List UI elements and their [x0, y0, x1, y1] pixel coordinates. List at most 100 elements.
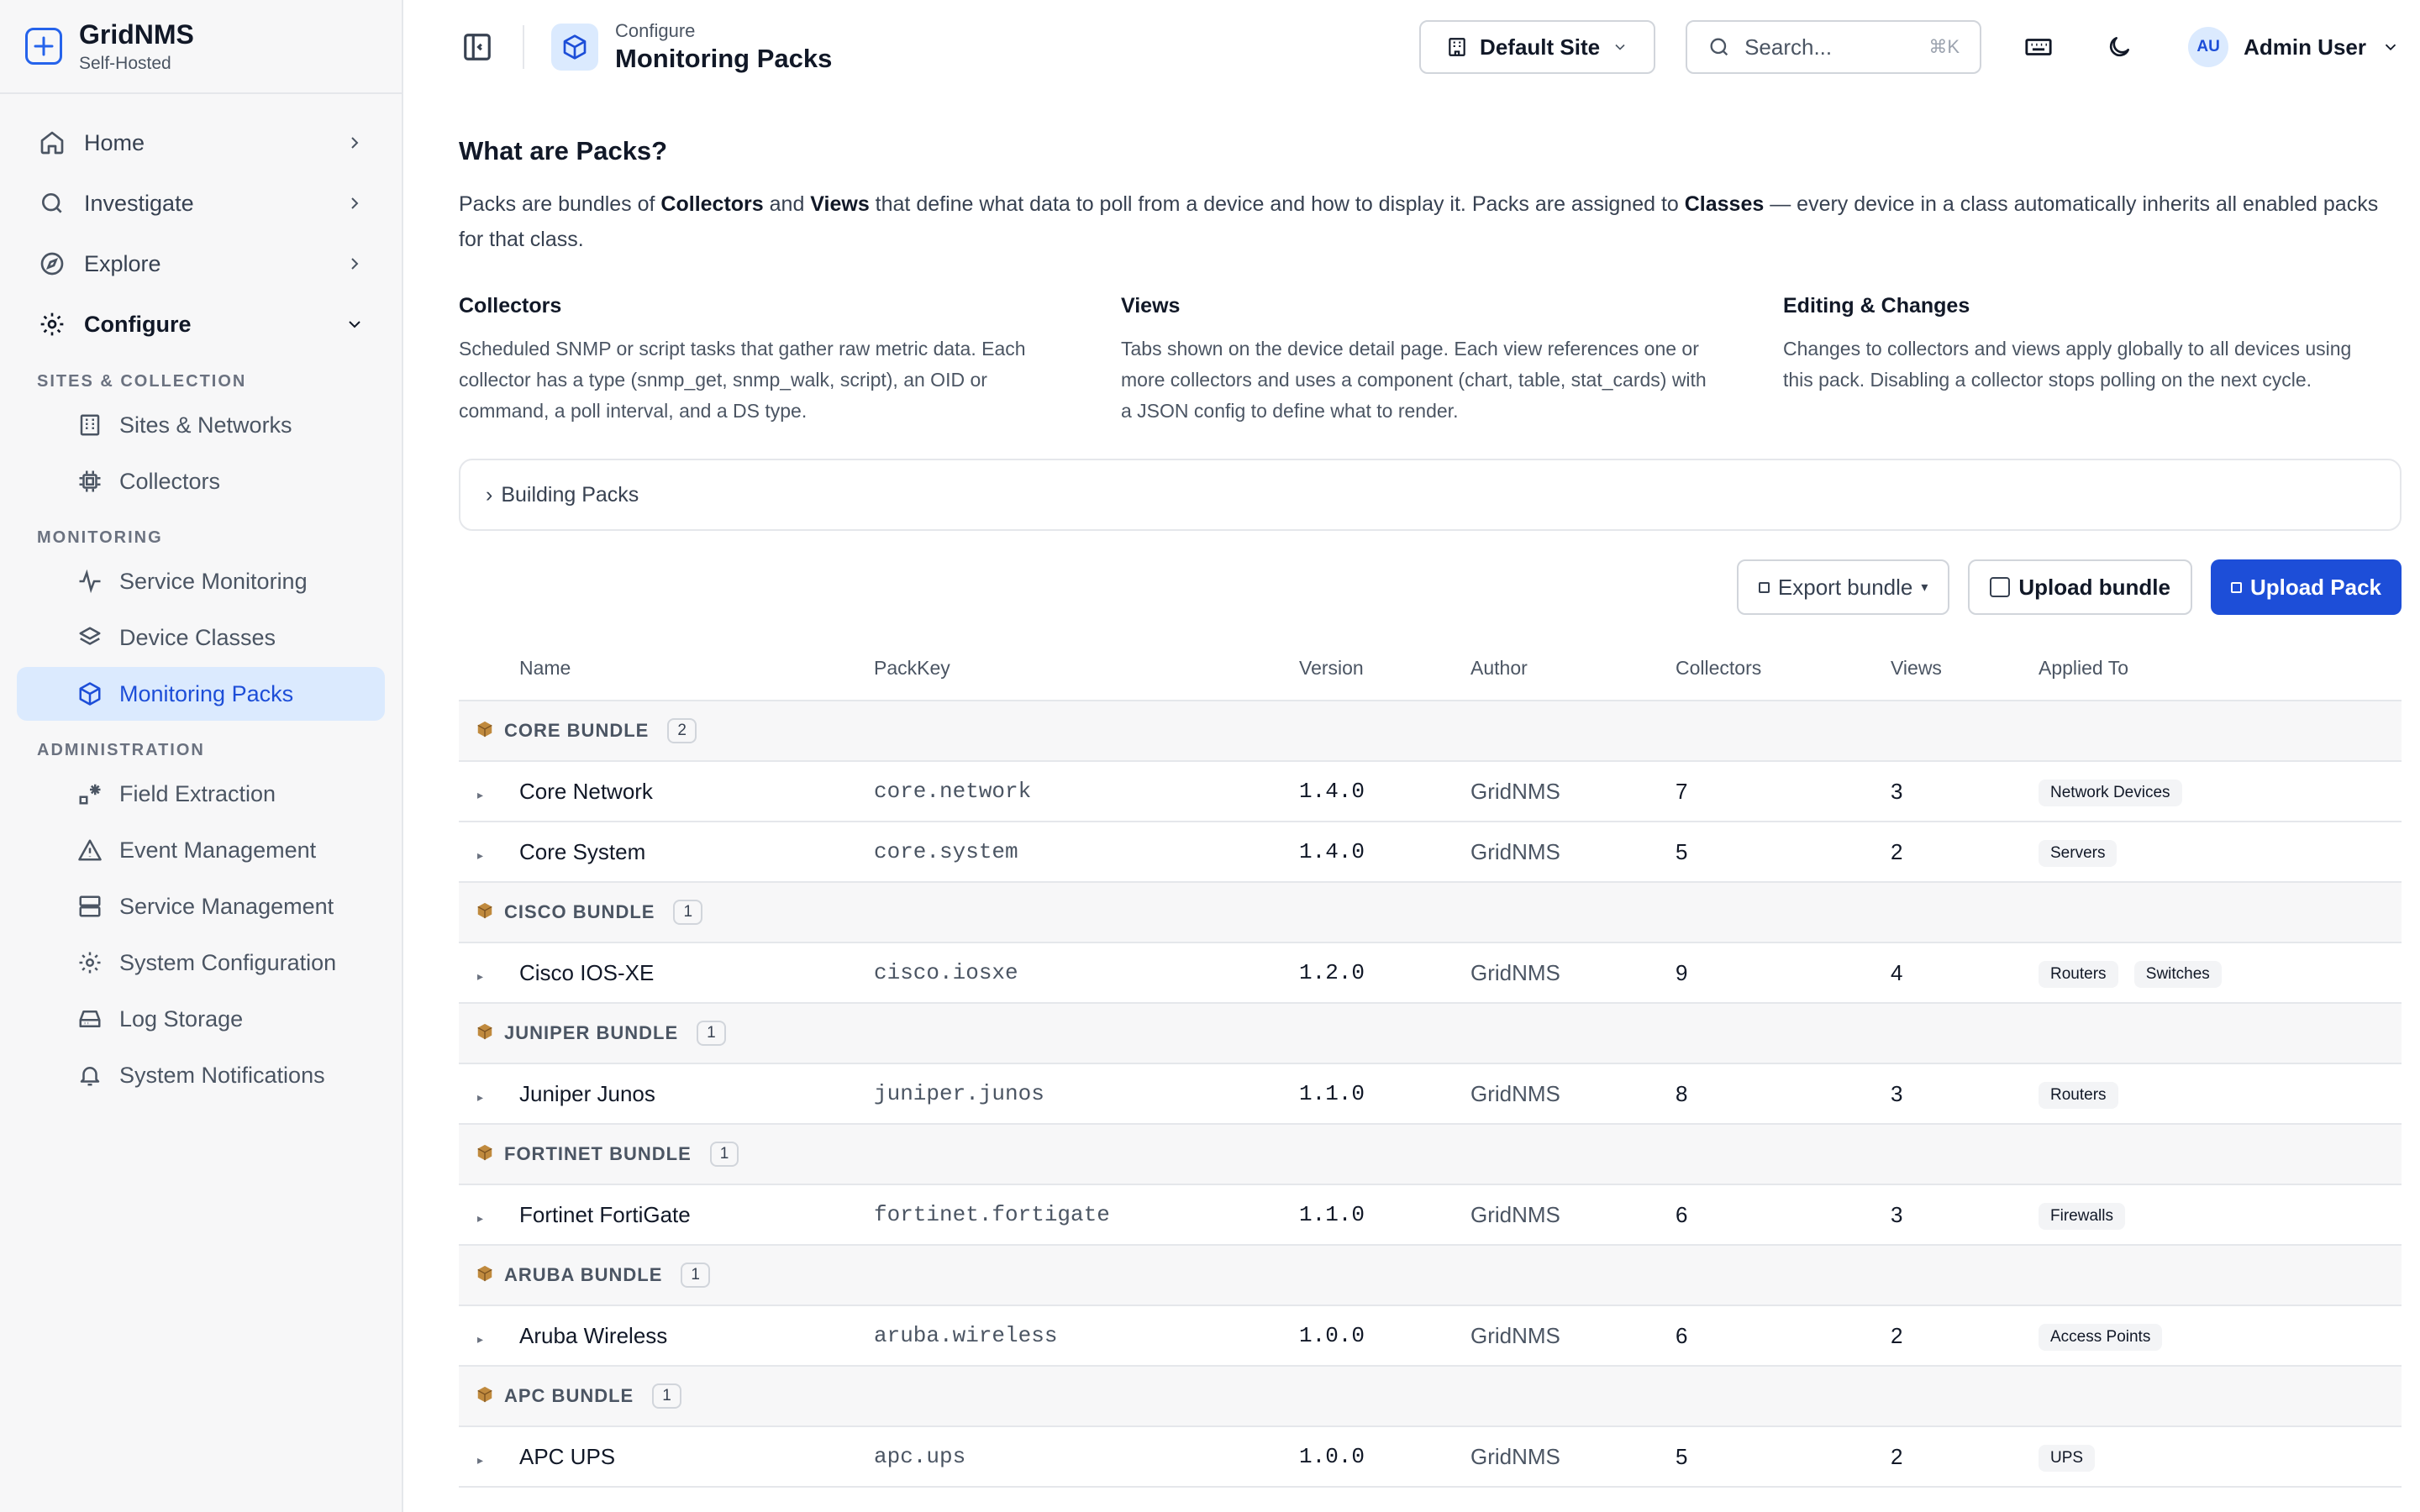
breadcrumb[interactable]: Configure [615, 20, 832, 42]
table-row[interactable]: ▸ Fortinet FortiGate fortinet.fortigate … [459, 1184, 2402, 1246]
sidebar-item-device-classes[interactable]: Device Classes [17, 611, 385, 664]
warning-icon [76, 836, 104, 864]
expand-caret-icon[interactable]: ▸ [459, 788, 483, 801]
table-row[interactable]: ▸ Cisco IOS-XE cisco.iosxe 1.2.0 GridNMS… [459, 942, 2402, 1004]
info-column-views: Views Tabs shown on the device detail pa… [1121, 294, 1719, 427]
bundle-group-row[interactable]: APC BUNDLE 1 [459, 1366, 2402, 1427]
brand[interactable]: GridNMS Self-Hosted [0, 0, 402, 94]
sidebar-item-event-management[interactable]: Event Management [17, 823, 385, 877]
expand-caret-icon[interactable]: ▸ [459, 1453, 483, 1467]
bundle-group-row[interactable]: CISCO BUNDLE 1 [459, 882, 2402, 943]
column-header[interactable]: Applied To [2039, 637, 2402, 701]
column-header[interactable]: Version [1299, 637, 1470, 701]
sidebar-item-label: Log Storage [119, 1005, 244, 1032]
page-content: What are Packs? Packs are bundles of Col… [403, 94, 2420, 1488]
pack-author: GridNMS [1470, 822, 1676, 883]
info-columns: Collectors Scheduled SNMP or script task… [459, 294, 2402, 427]
pack-name: Fortinet FortiGate [519, 1184, 874, 1246]
table-row[interactable]: ▸ Juniper Junos juniper.junos 1.1.0 Grid… [459, 1063, 2402, 1125]
upload-pack-label: Upload Pack [2249, 574, 2381, 600]
user-menu[interactable]: AU Admin User [2188, 27, 2400, 67]
expand-caret-icon[interactable]: ▸ [459, 1332, 483, 1346]
table-row[interactable]: ▸ Aruba Wireless aruba.wireless 1.0.0 Gr… [459, 1305, 2402, 1367]
expand-caret-icon[interactable]: ▸ [459, 1090, 483, 1104]
column-header[interactable]: PackKey [874, 637, 1299, 701]
column-header[interactable]: Name [519, 637, 874, 701]
export-bundle-label: Export bundle [1777, 574, 1913, 600]
chevron-down-icon [2385, 44, 2396, 51]
sidebar-item-investigate[interactable]: Investigate [17, 173, 385, 234]
bundle-group-row[interactable]: CORE BUNDLE 2 [459, 701, 2402, 762]
pack-key: aruba.wireless [874, 1305, 1299, 1367]
intro-title: What are Packs? [459, 136, 668, 165]
info-column-collectors: Collectors Scheduled SNMP or script task… [459, 294, 1057, 427]
pack-collectors: 5 [1676, 1426, 1891, 1488]
sidebar-item-sites-networks[interactable]: Sites & Networks [17, 398, 385, 452]
sidebar-item-system-notifications[interactable]: System Notifications [17, 1048, 385, 1102]
building-icon [1449, 38, 1465, 56]
sidebar-item-configure[interactable]: Configure [17, 294, 385, 354]
intro-bold: Views [810, 192, 870, 216]
keyboard-icon [2025, 39, 2052, 55]
sidebar-item-field-extraction[interactable]: Field Extraction [17, 767, 385, 821]
pack-key: apc.ups [874, 1426, 1299, 1488]
upload-pack-button[interactable]: Upload Pack [2210, 559, 2402, 615]
column-header[interactable]: Author [1470, 637, 1676, 701]
sidebar-item-label: Configure [84, 311, 192, 337]
sidebar-item-explore[interactable]: Explore [17, 234, 385, 294]
theme-toggle-button[interactable] [2096, 24, 2143, 71]
chevron-right-icon: › [486, 482, 493, 507]
upload-icon [2230, 581, 2242, 593]
applied-class-tag: Access Points [2039, 1323, 2163, 1351]
pack-name: APC UPS [519, 1426, 874, 1488]
sidebar-item-collectors[interactable]: Collectors [17, 454, 385, 508]
keyboard-shortcuts-button[interactable] [2015, 24, 2062, 71]
applied-class-tag: Firewalls [2039, 1202, 2125, 1230]
sidebar-item-monitoring-packs[interactable]: Monitoring Packs [17, 667, 385, 721]
hard-drive-icon [76, 1005, 104, 1033]
pack-key: cisco.iosxe [874, 942, 1299, 1004]
sidebar-item-log-storage[interactable]: Log Storage [17, 992, 385, 1046]
pack-views: 3 [1891, 761, 2039, 822]
table-row[interactable]: ▸ Core System core.system 1.4.0 GridNMS … [459, 822, 2402, 883]
info-column-editing: Editing & Changes Changes to collectors … [1783, 294, 2381, 427]
pack-key: fortinet.fortigate [874, 1184, 1299, 1246]
sidebar-item-service-management[interactable]: Service Management [17, 879, 385, 933]
table-row[interactable]: ▸ APC UPS apc.ups 1.0.0 GridNMS 5 2 UPS [459, 1426, 2402, 1488]
sidebar-item-label: Home [84, 129, 145, 155]
layers-icon [76, 623, 104, 652]
sidebar-item-system-configuration[interactable]: System Configuration [17, 936, 385, 990]
cpu-icon [76, 467, 104, 496]
main-area: Configure Monitoring Packs Default Site … [403, 0, 2420, 1512]
applied-class-tag: UPS [2039, 1444, 2096, 1472]
site-selector[interactable]: Default Site [1419, 20, 1656, 74]
column-header[interactable]: Collectors [1676, 637, 1891, 701]
expand-caret-icon[interactable]: ▸ [459, 1211, 483, 1225]
export-bundle-button[interactable]: Export bundle ▾ [1736, 559, 1950, 615]
upload-bundle-button[interactable]: Upload bundle [1968, 559, 2192, 615]
bundle-group-row[interactable]: FORTINET BUNDLE 1 [459, 1124, 2402, 1185]
sidebar-item-service-monitoring[interactable]: Service Monitoring [17, 554, 385, 608]
search-input[interactable]: Search... ⌘K [1686, 20, 1982, 74]
app-root: GridNMS Self-Hosted Home Investigate Exp… [0, 0, 2420, 1512]
package-icon [476, 901, 494, 924]
expand-caret-icon[interactable]: ▸ [459, 969, 483, 983]
field-extraction-icon [76, 780, 104, 808]
sidebar-item-label: Device Classes [119, 624, 276, 650]
expand-caret-icon[interactable]: ▸ [459, 848, 483, 862]
bundle-group-row[interactable]: JUNIPER BUNDLE 1 [459, 1003, 2402, 1064]
table-row[interactable]: ▸ Core Network core.network 1.4.0 GridNM… [459, 761, 2402, 822]
bundle-count-badge: 1 [697, 1021, 726, 1046]
pack-collectors: 6 [1676, 1184, 1891, 1246]
pack-version: 1.0.0 [1299, 1305, 1470, 1367]
intro-bold: Classes [1684, 192, 1765, 216]
bundle-name: APC BUNDLE [504, 1385, 634, 1406]
bundle-name: FORTINET BUNDLE [504, 1143, 692, 1164]
column-header[interactable]: Views [1891, 637, 2039, 701]
bundle-group-row[interactable]: ARUBA BUNDLE 1 [459, 1245, 2402, 1306]
building-packs-disclosure[interactable]: › Building Packs [459, 459, 2402, 531]
sidebar-toggle-icon[interactable] [459, 29, 496, 66]
sidebar-item-home[interactable]: Home [17, 113, 385, 173]
caret-down-icon: ▾ [1921, 580, 1928, 595]
brand-logo-icon [25, 28, 62, 65]
